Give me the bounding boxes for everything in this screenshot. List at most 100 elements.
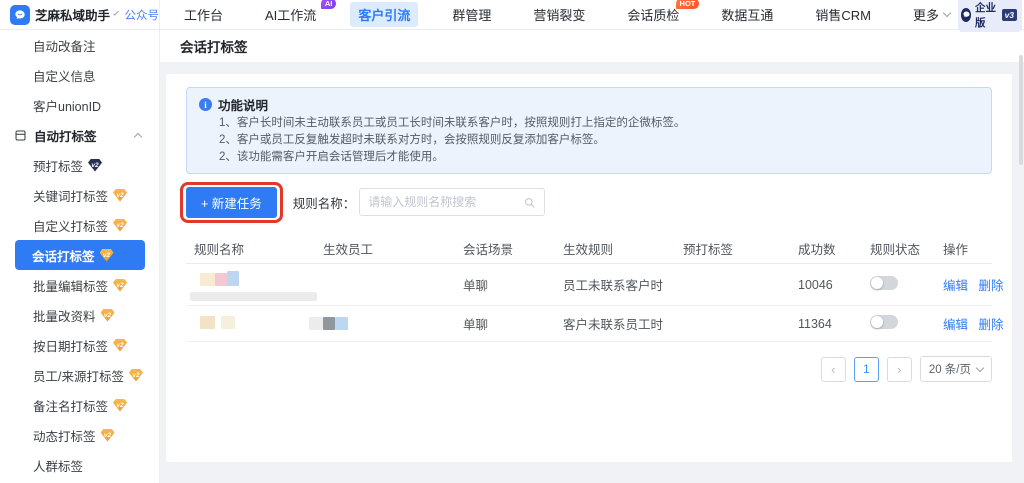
- sidebar-item-conversation-tag[interactable]: 会话打标签 v2: [15, 240, 145, 270]
- nav-ai-workflow-label: AI工作流: [265, 8, 317, 23]
- edition-chat-icon: [961, 7, 972, 22]
- effective-staff-cell: [309, 317, 455, 330]
- header-rule-status: 规则状态: [870, 243, 921, 257]
- search-icon[interactable]: [523, 196, 536, 209]
- v2-gem-badge: v2: [113, 398, 128, 412]
- nav-more[interactable]: 更多: [905, 2, 958, 27]
- header-conversation-scene: 会话场景: [463, 243, 514, 257]
- header-rule-name: 规则名称: [194, 243, 245, 257]
- sidebar-item-custom-info[interactable]: 自定义信息: [0, 60, 159, 90]
- bookmark-icon: [14, 129, 27, 142]
- sidebar-item-custom-tag[interactable]: 自定义打标签 v2: [0, 210, 159, 240]
- redacted-block: [323, 317, 335, 330]
- brand-area[interactable]: 芝麻私域助手 公众号: [0, 0, 160, 29]
- sidebar-item-staff-source-tag[interactable]: 员工/来源打标签 v2: [0, 360, 159, 390]
- edition-version: v3: [1001, 8, 1018, 21]
- table-row: 单聊 客户未联系员工时 11364 编辑 删除: [186, 306, 1004, 342]
- redacted-block: [200, 273, 216, 286]
- sidebar-section-auto-tagging[interactable]: 自动打标签: [0, 120, 159, 150]
- sidebar-item-batch-edit-tag[interactable]: 批量编辑标签 v2: [0, 270, 159, 300]
- scene-cell: 单聊: [463, 318, 489, 332]
- sidebar-item-pre-tag[interactable]: 预打标签 v2: [0, 150, 159, 180]
- nav-conversation-qc[interactable]: 会话质检 HOT: [619, 0, 700, 27]
- new-task-button[interactable]: + 新建任务: [186, 186, 277, 218]
- table-row: 单聊 员工未联系客户时 10046 编辑 删除: [186, 264, 1004, 306]
- rule-cell: 员工未联系客户时: [563, 279, 664, 293]
- notice-line: 2、客户或员工反复触发超时未联系对方时，会按照规则反复添加客户标签。: [219, 134, 605, 146]
- page-size-value: 20 条/页: [928, 364, 971, 376]
- toolbar: + 新建任务 规则名称：: [180, 181, 992, 223]
- notice-line: 1、客户长时间未主动联系员工或员工长时间未联系客户时，按照规则打上指定的企微标签…: [219, 117, 686, 129]
- delete-link[interactable]: 删除: [979, 318, 1004, 332]
- account-type-label[interactable]: 公众号: [125, 7, 160, 23]
- nav-workbench[interactable]: 工作台: [176, 2, 231, 27]
- rules-table: 规则名称 生效员工 会话场景 生效规则 预打标签 成功数 规则状态 操作 单聊 …: [186, 234, 1004, 342]
- header-effective-staff: 生效员工: [323, 243, 374, 257]
- delete-link[interactable]: 删除: [979, 279, 1004, 293]
- hot-badge: HOT: [675, 0, 700, 9]
- section-chevron-up-icon: [133, 132, 143, 141]
- v2-gem-badge: v2: [113, 218, 128, 232]
- sidebar-item-tag-by-date[interactable]: 按日期打标签 v2: [0, 330, 159, 360]
- sidebar-item-dynamic-tag[interactable]: 动态打标签 v2: [0, 420, 159, 450]
- sidebar-item-crowd-tag[interactable]: 人群标签: [0, 450, 159, 480]
- redacted-block: [309, 317, 323, 330]
- header-success-count: 成功数: [798, 243, 836, 257]
- sidebar-item-customer-unionid[interactable]: 客户unionID: [0, 90, 159, 120]
- select-chevron-down-icon: [975, 363, 985, 372]
- content-card: 功能说明 1、客户长时间未主动联系员工或员工长时间未联系客户时，按照规则打上指定…: [166, 74, 1012, 462]
- nav-sales-crm[interactable]: 销售CRM: [807, 2, 879, 27]
- brand-chevron-down-icon[interactable]: [113, 10, 120, 16]
- nav-data-interop[interactable]: 数据互通: [713, 2, 781, 27]
- rule-status-toggle[interactable]: [870, 276, 898, 290]
- sidebar-item-label: 按日期打标签: [33, 339, 109, 354]
- top-navigation: 工作台 AI工作流 AI 客户引流 群管理 营销裂变 会话质检 HOT 数据互通…: [176, 0, 958, 27]
- redacted-block: [200, 315, 215, 329]
- page-title: 会话打标签: [180, 40, 248, 55]
- edit-link[interactable]: 编辑: [943, 279, 968, 293]
- main-content: 会话打标签 功能说明 1、客户长时间未主动联系员工或员工长时间未联系客户时，按照…: [160, 30, 1024, 483]
- success-count-cell: 11364: [798, 316, 832, 331]
- sidebar-item-batch-edit-profile[interactable]: 批量改资料 v2: [0, 300, 159, 330]
- page-number-1[interactable]: 1: [853, 356, 879, 382]
- notice-line: 2、该功能需客户开启会话管理后才能使用。: [219, 151, 444, 163]
- redacted-block: [227, 270, 239, 286]
- scene-cell: 单聊: [463, 279, 489, 293]
- sidebar: 自动改备注 自定义信息 客户unionID 自动打标签 预打标签 v2 关键词打…: [0, 30, 160, 483]
- sidebar-item-keyword-tag[interactable]: 关键词打标签 v2: [0, 180, 159, 210]
- redacted-block: [221, 315, 235, 329]
- edition-badge[interactable]: 企业版 v3: [958, 0, 1023, 32]
- pagination: ‹ 1 › 20 条/页: [186, 356, 992, 382]
- vertical-scrollbar[interactable]: [1019, 55, 1023, 165]
- sidebar-item-auto-remark[interactable]: 自动改备注: [0, 30, 159, 60]
- next-page-button[interactable]: ›: [886, 356, 912, 382]
- redacted-block: [190, 292, 317, 301]
- rule-status-toggle[interactable]: [870, 315, 898, 329]
- app-logo-chat-icon: [10, 4, 30, 25]
- nav-customer-acquisition[interactable]: 客户引流: [350, 2, 419, 27]
- rule-name-search-input[interactable]: [368, 195, 524, 209]
- sidebar-item-label: 动态打标签: [33, 429, 96, 444]
- page-title-bar: 会话打标签: [160, 30, 1024, 62]
- info-icon: [199, 98, 212, 111]
- nav-ai-workflow[interactable]: AI工作流 AI: [257, 0, 337, 27]
- header-pre-tag: 预打标签: [683, 243, 734, 257]
- v2-gem-badge: v2: [100, 308, 115, 322]
- topbar: 芝麻私域助手 公众号 工作台 AI工作流 AI 客户引流 群管理 营销裂变 会话…: [0, 0, 1024, 32]
- prev-page-button[interactable]: ‹: [820, 356, 846, 382]
- sidebar-item-remark-name-tag[interactable]: 备注名打标签 v2: [0, 390, 159, 420]
- app-title: 芝麻私域助手: [35, 9, 111, 23]
- page-size-select[interactable]: 20 条/页: [919, 356, 992, 382]
- sidebar-item-label: 人群标签: [33, 459, 84, 474]
- nav-group-management[interactable]: 群管理: [444, 2, 499, 27]
- nav-marketing-fission[interactable]: 营销裂变: [525, 2, 593, 27]
- sidebar-item-label: 自动改备注: [33, 39, 96, 54]
- v2-gem-badge: v2: [128, 368, 143, 382]
- sidebar-item-label: 关键词打标签: [33, 189, 109, 204]
- rule-cell: 客户未联系员工时: [563, 318, 664, 332]
- sidebar-item-label: 预打标签: [33, 159, 84, 174]
- edit-link[interactable]: 编辑: [943, 318, 968, 332]
- header-actions: 操作: [943, 243, 969, 257]
- v2-gem-badge: v2: [113, 338, 128, 352]
- sidebar-item-label: 客户unionID: [33, 99, 102, 114]
